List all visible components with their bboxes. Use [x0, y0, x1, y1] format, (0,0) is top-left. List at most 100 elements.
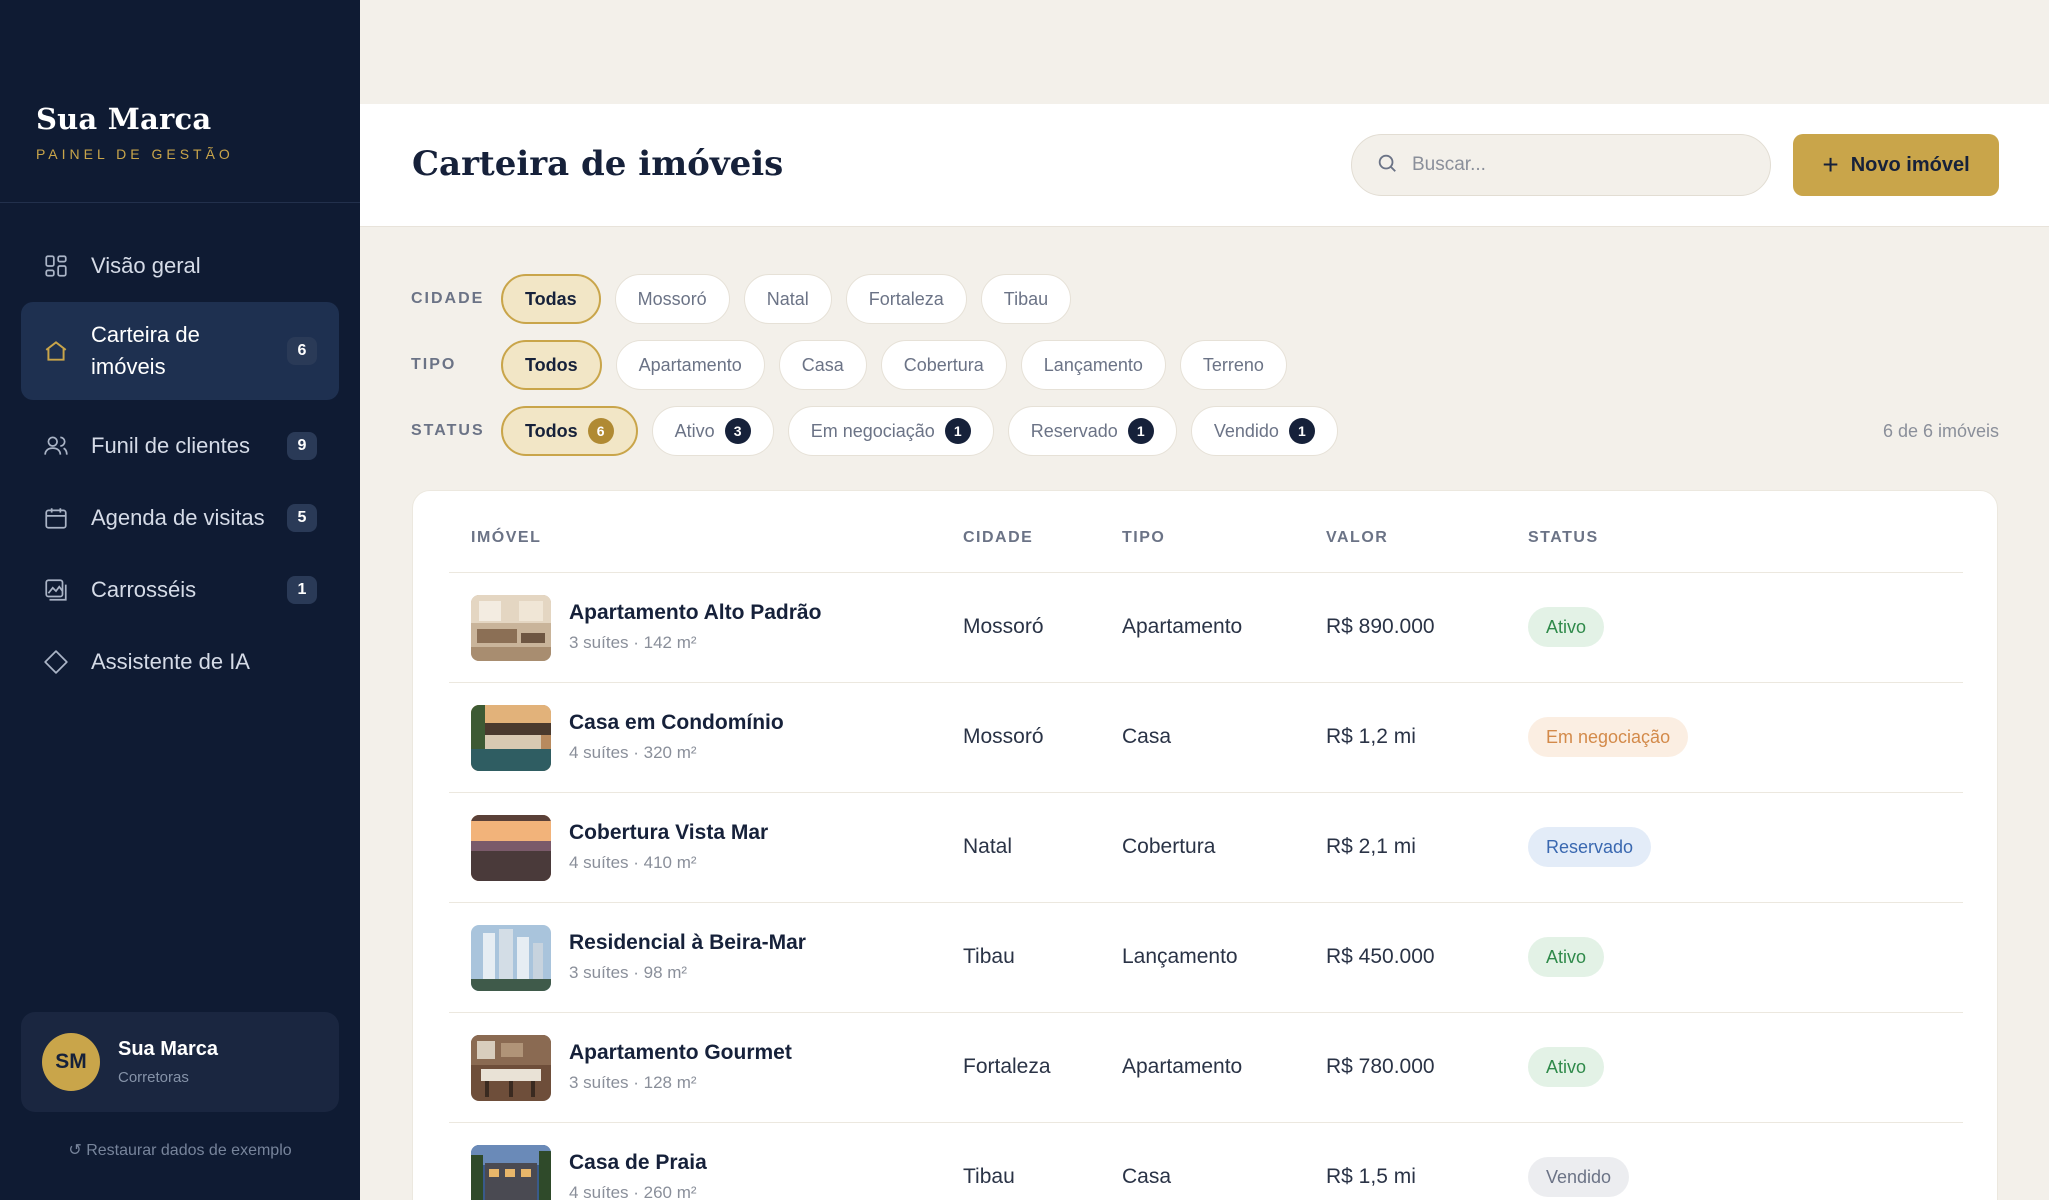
sidebar-item-funil[interactable]: Funil de clientes 9 [21, 410, 339, 482]
property-details: 4 suítes · 320 m² [569, 743, 697, 762]
sidebar-item-label: Carrosséis [91, 577, 197, 602]
sidebar-item-visao-geral[interactable]: Visão geral [21, 230, 339, 302]
cell-valor: R$ 1,2 mi [1326, 725, 1416, 748]
cell-valor: R$ 890.000 [1326, 615, 1435, 638]
table-row[interactable]: Casa de Praia 4 suítes · 260 m² Tibau Ca… [449, 1123, 1963, 1200]
users-icon [43, 433, 69, 459]
filter-chip-cidade-mossoro[interactable]: Mossoró [614, 274, 730, 324]
status-badge: Vendido [1528, 1157, 1630, 1197]
property-details: 4 suítes · 410 m² [569, 853, 697, 872]
home-icon [43, 338, 69, 364]
table-row[interactable]: Residencial à Beira-Mar 3 suítes · 98 m²… [449, 903, 1963, 1013]
cell-valor: R$ 2,1 mi [1326, 835, 1416, 858]
search-box[interactable] [1351, 134, 1771, 196]
sidebar-item-carteira[interactable]: Carteira de imóveis 6 [21, 302, 339, 400]
filter-chip-tipo-todos[interactable]: Todos [501, 340, 602, 390]
filter-chip-status-reservado[interactable]: Reservado 1 [1007, 406, 1177, 456]
status-badge: Em negociação [1528, 717, 1689, 757]
property-title: Residencial à Beira-Mar [569, 931, 806, 954]
plus-icon: + [1822, 149, 1839, 180]
filter-chip-status-todos[interactable]: Todos 6 [501, 406, 638, 456]
cell-valor: R$ 1,5 mi [1326, 1165, 1416, 1188]
cell-cidade: Mossoró [963, 615, 1044, 638]
column-header-imovel[interactable]: IMÓVEL [471, 529, 541, 547]
table-row[interactable]: Apartamento Gourmet 3 suítes · 128 m² Fo… [449, 1013, 1963, 1123]
property-title: Casa em Condomínio [569, 711, 784, 734]
property-details: 3 suítes · 98 m² [569, 963, 688, 982]
column-header-tipo[interactable]: TIPO [1122, 529, 1165, 547]
column-header-cidade[interactable]: CIDADE [963, 529, 1033, 547]
filters: CIDADE Todas Mossoró Natal Fortaleza Tib… [411, 272, 1999, 470]
calendar-icon [43, 505, 69, 531]
brand-subtitle: PAINEL DE GESTÃO [36, 146, 234, 162]
sidebar-divider [0, 202, 360, 203]
sidebar-nav: Visão geral Carteira de imóveis 6 Funil … [21, 230, 339, 698]
cell-tipo: Casa [1122, 725, 1172, 748]
filter-chip-tipo-cobertura[interactable]: Cobertura [880, 340, 1007, 390]
property-details: 3 suítes · 128 m² [569, 1073, 697, 1092]
filter-chip-status-vendido[interactable]: Vendido 1 [1190, 406, 1338, 456]
filter-chip-tipo-casa[interactable]: Casa [778, 340, 867, 390]
filter-chip-tipo-lancamento[interactable]: Lançamento [1020, 340, 1166, 390]
property-thumbnail [471, 1035, 551, 1101]
brand[interactable]: Sua Marca PAINEL DE GESTÃO [36, 102, 234, 162]
property-thumbnail [471, 705, 551, 771]
sidebar-item-carrosseis[interactable]: Carrosséis 1 [21, 554, 339, 626]
table-row[interactable]: Apartamento Alto Padrão 3 suítes · 142 m… [449, 573, 1963, 683]
sidebar-item-label: Agenda de visitas [91, 505, 265, 530]
property-title: Casa de Praia [569, 1151, 707, 1174]
cell-cidade: Mossoró [963, 725, 1044, 748]
cell-valor: R$ 450.000 [1326, 945, 1435, 968]
search-input[interactable] [1412, 154, 1752, 176]
user-card[interactable]: SM Sua Marca Corretoras [21, 1012, 339, 1112]
restore-sample-data-link[interactable]: ↺ Restaurar dados de exemplo [0, 1140, 360, 1160]
property-title: Apartamento Gourmet [569, 1041, 792, 1064]
cell-tipo: Apartamento [1122, 1055, 1243, 1078]
property-details: 4 suítes · 260 m² [569, 1183, 697, 1200]
cell-cidade: Tibau [963, 945, 1015, 968]
count-badge: 1 [287, 576, 317, 604]
count-badge: 6 [587, 418, 614, 444]
filter-chip-status-ativo[interactable]: Ativo 3 [651, 406, 774, 456]
cell-tipo: Casa [1122, 1165, 1172, 1188]
filter-label: CIDADE [411, 290, 485, 307]
filter-chip-tipo-apartamento[interactable]: Apartamento [615, 340, 765, 390]
filter-chip-status-negociacao[interactable]: Em negociação 1 [787, 406, 994, 456]
status-badge: Ativo [1528, 607, 1605, 647]
table-row[interactable]: Casa em Condomínio 4 suítes · 320 m² Mos… [449, 683, 1963, 793]
chip-label: Em negociação [810, 420, 935, 441]
sidebar-item-label: Visão geral [91, 253, 201, 278]
property-thumbnail [471, 815, 551, 881]
sidebar-item-label: Carteira de imóveis [91, 322, 200, 379]
table-header: IMÓVEL CIDADE TIPO VALOR STATUS [449, 491, 1963, 573]
filter-chip-cidade-natal[interactable]: Natal [743, 274, 832, 324]
property-thumbnail [471, 595, 551, 661]
sidebar-item-assistente[interactable]: Assistente de IA [21, 626, 339, 698]
column-header-status[interactable]: STATUS [1528, 529, 1599, 547]
cell-cidade: Natal [963, 835, 1013, 858]
filter-row-status: STATUS Todos 6 Ativo 3 Em negociação 1 R… [411, 404, 1999, 458]
filter-label: TIPO [411, 356, 457, 373]
filter-chip-tipo-terreno[interactable]: Terreno [1179, 340, 1287, 390]
count-badge: 1 [944, 418, 971, 444]
status-badge: Ativo [1528, 1047, 1605, 1087]
filter-label: STATUS [411, 422, 485, 439]
cell-tipo: Lançamento [1122, 945, 1238, 968]
sidebar-item-agenda[interactable]: Agenda de visitas 5 [21, 482, 339, 554]
column-header-valor[interactable]: VALOR [1326, 529, 1388, 547]
filter-chip-cidade-fortaleza[interactable]: Fortaleza [845, 274, 967, 324]
filter-chip-cidade-todas[interactable]: Todas [501, 274, 601, 324]
count-badge: 9 [287, 432, 317, 460]
user-role: Corretoras [118, 1069, 189, 1086]
table-row[interactable]: Cobertura Vista Mar 4 suítes · 410 m² Na… [449, 793, 1963, 903]
sidebar-item-label: Assistente de IA [91, 649, 250, 674]
grid-icon [43, 253, 69, 279]
property-title: Cobertura Vista Mar [569, 821, 769, 844]
filter-chip-cidade-tibau[interactable]: Tibau [980, 274, 1072, 324]
sidebar: Sua Marca PAINEL DE GESTÃO Visão geral C… [0, 0, 360, 1200]
result-count: 6 de 6 imóveis [1882, 420, 1999, 441]
chip-label: Todos [525, 420, 578, 441]
new-property-button[interactable]: + Novo imóvel [1793, 134, 1999, 196]
property-details: 3 suítes · 142 m² [569, 633, 697, 652]
cell-cidade: Tibau [963, 1165, 1015, 1188]
